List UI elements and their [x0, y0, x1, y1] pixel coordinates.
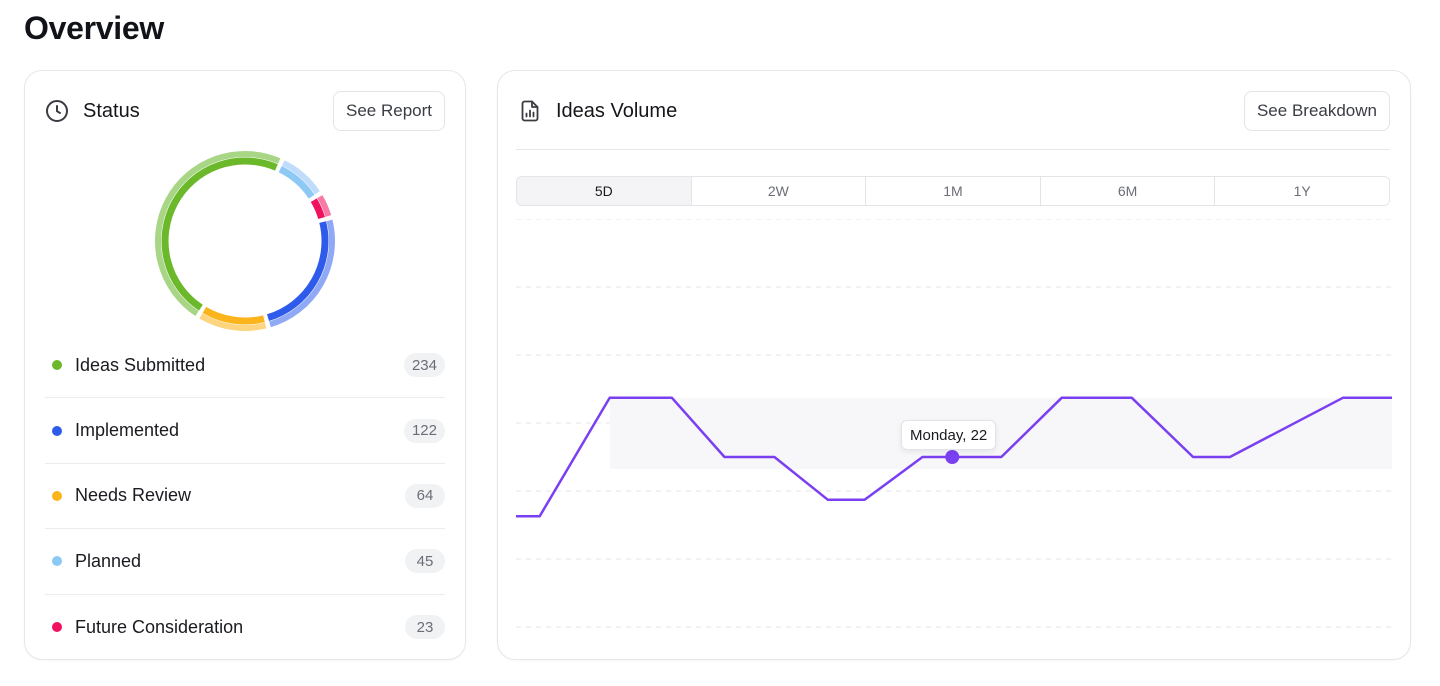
time-range-tabs: 5D 2W 1M 6M 1Y [516, 176, 1390, 206]
status-donut-chart [155, 151, 335, 331]
tab-1y[interactable]: 1Y [1215, 177, 1389, 205]
legend-item-implemented: Implemented 122 [45, 398, 445, 464]
header-divider [516, 149, 1390, 150]
tab-6m[interactable]: 6M [1040, 177, 1216, 205]
count-badge: 122 [403, 418, 445, 443]
count-badge: 45 [405, 549, 445, 574]
legend-label: Planned [75, 550, 142, 571]
chart-tooltip: Monday, 22 [901, 420, 997, 450]
donut-segment [266, 221, 329, 321]
tab-5d[interactable]: 5D [517, 177, 692, 205]
ideas-volume-card: Ideas Volume See Breakdown 5D 2W 1M 6M 1… [497, 70, 1411, 660]
volume-header: Ideas Volume See Breakdown [518, 91, 1390, 131]
tab-1m[interactable]: 1M [866, 177, 1041, 205]
legend-item-planned: Planned 45 [45, 529, 445, 595]
legend-item-needs-review: Needs Review 64 [45, 464, 445, 530]
legend-label: Future Consideration [75, 616, 244, 637]
see-report-button[interactable]: See Report [333, 91, 445, 131]
legend-item-ideas-submitted: Ideas Submitted 234 [45, 333, 445, 399]
status-title: Status [83, 99, 140, 122]
count-badge: 234 [403, 353, 445, 378]
status-card: Status See Report Ideas Submitted 234 Im… [24, 70, 466, 660]
status-dot [52, 556, 62, 567]
clock-icon [45, 99, 69, 123]
donut-segment-outer [155, 151, 281, 317]
status-dot [52, 490, 62, 501]
highlight-point[interactable] [945, 450, 960, 464]
status-dot [52, 360, 62, 371]
legend-label: Ideas Submitted [75, 354, 206, 375]
count-badge: 23 [405, 615, 445, 640]
report-chart-icon [518, 99, 542, 123]
legend-item-future-consideration: Future Consideration 23 [45, 595, 445, 660]
count-badge: 64 [405, 483, 445, 508]
status-dot [52, 425, 62, 436]
see-breakdown-button[interactable]: See Breakdown [1243, 91, 1390, 131]
legend-label: Needs Review [75, 485, 192, 506]
legend-label: Implemented [75, 420, 180, 441]
status-legend: Ideas Submitted 234 Implemented 122 Need… [45, 333, 445, 660]
volume-title: Ideas Volume [556, 99, 678, 122]
status-header: Status See Report [45, 91, 445, 131]
tab-2w[interactable]: 2W [691, 177, 867, 205]
status-dot [52, 622, 62, 633]
page-title: Overview [24, 10, 164, 46]
